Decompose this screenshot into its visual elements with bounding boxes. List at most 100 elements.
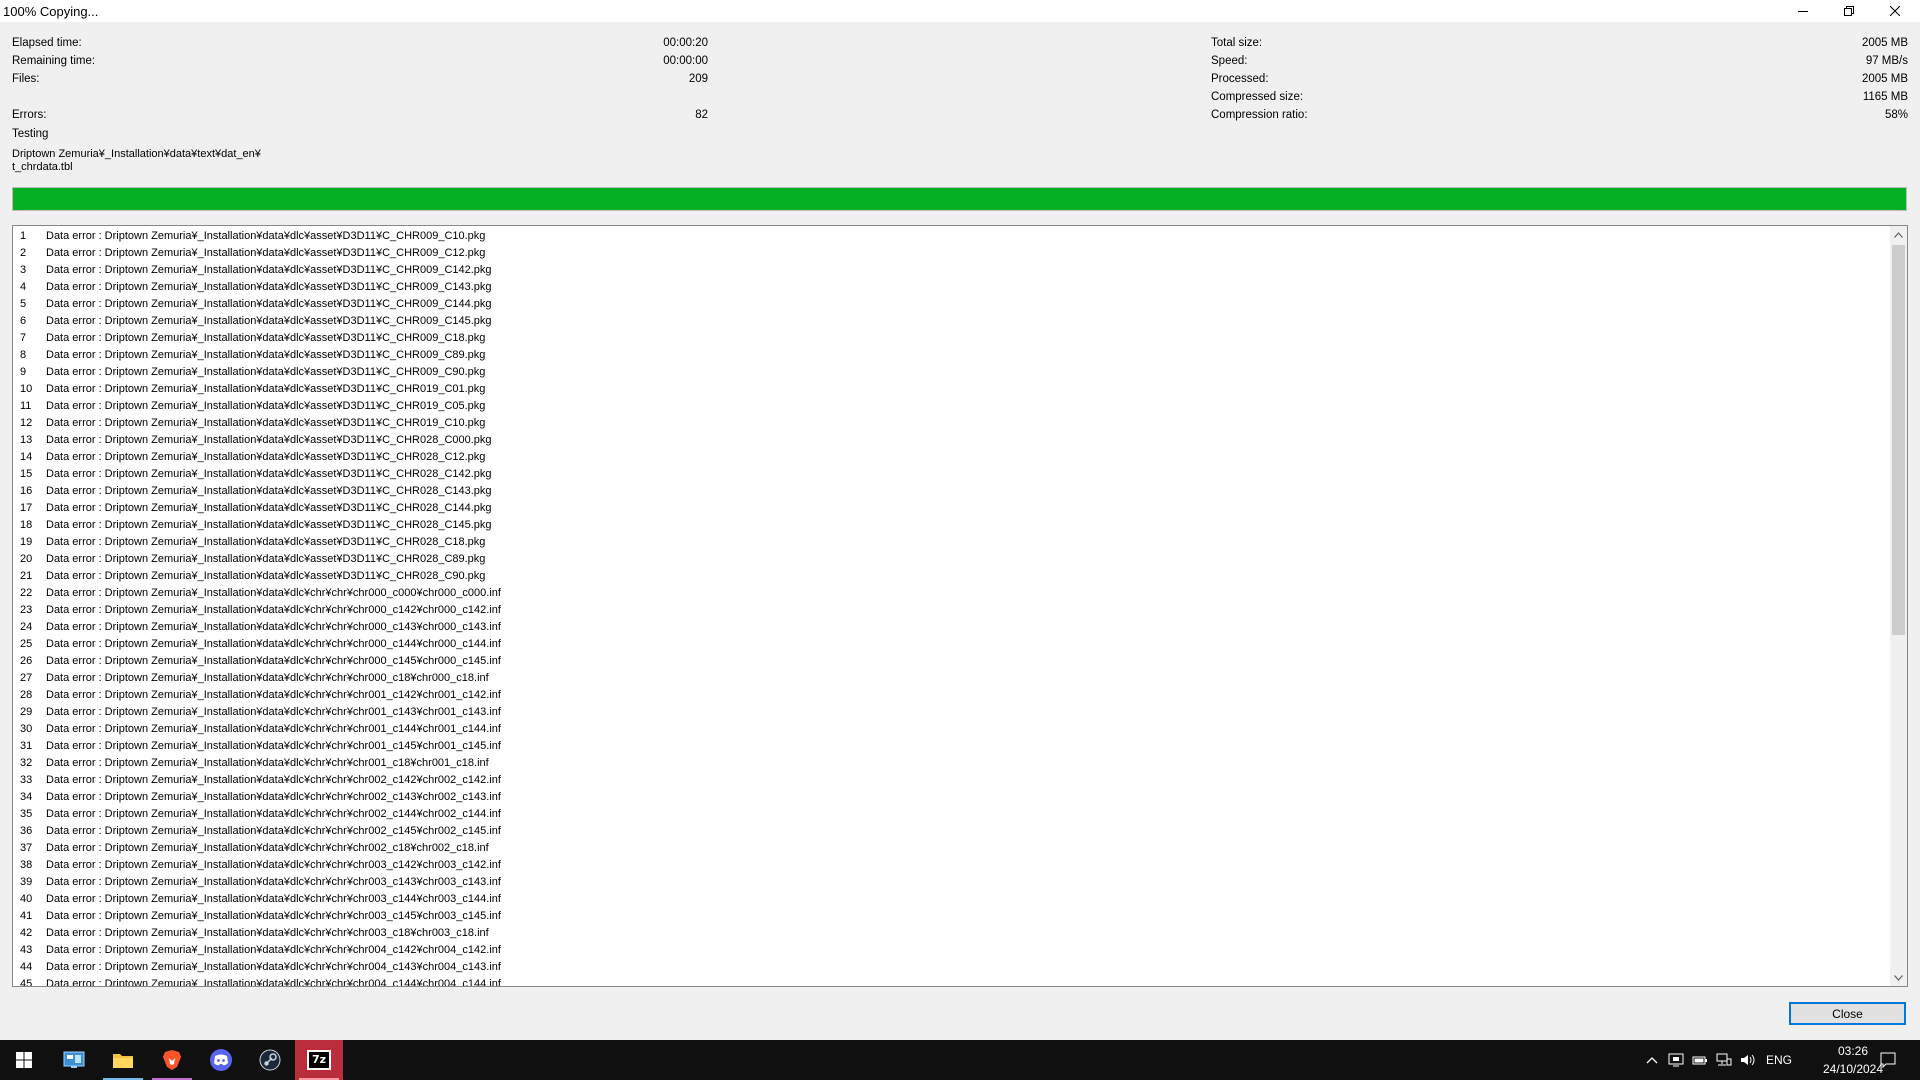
log-row[interactable]: 27 Data error : Driptown Zemuria¥_Install… (13, 670, 1888, 687)
log-row[interactable]: 44 Data error : Driptown Zemuria¥_Install… (13, 959, 1888, 976)
taskbar-steam[interactable] (246, 1040, 294, 1080)
scroll-down-button[interactable] (1890, 969, 1907, 986)
log-row[interactable]: 13 Data error : Driptown Zemuria¥_Install… (13, 432, 1888, 449)
log-row-text: Data error : Driptown Zemuria¥_Installat… (46, 298, 492, 310)
errors-label: Errors: (12, 109, 47, 121)
error-log-list[interactable]: 1 Data error : Driptown Zemuria¥_Installa… (12, 225, 1908, 987)
log-row-number: 42 (20, 927, 33, 939)
taskbar-file-explorer[interactable] (99, 1040, 147, 1080)
language-indicator[interactable]: ENG (1766, 1053, 1792, 1067)
status-text: Testing (12, 128, 49, 140)
log-row-text: Data error : Driptown Zemuria¥_Installat… (46, 757, 489, 769)
log-row[interactable]: 24 Data error : Driptown Zemuria¥_Install… (13, 619, 1888, 636)
log-row-text: Data error : Driptown Zemuria¥_Installat… (46, 349, 486, 361)
log-row-number: 21 (20, 570, 33, 582)
log-row-number: 39 (20, 876, 33, 888)
taskbar-control-panel[interactable] (50, 1040, 98, 1080)
taskbar-7zip[interactable]: 7z (295, 1040, 343, 1080)
minimize-icon (1798, 11, 1808, 12)
log-row[interactable]: 45 Data error : Driptown Zemuria¥_Install… (13, 976, 1888, 986)
log-row-text: Data error : Driptown Zemuria¥_Installat… (46, 383, 486, 395)
log-row[interactable]: 36 Data error : Driptown Zemuria¥_Install… (13, 823, 1888, 840)
log-row[interactable]: 19 Data error : Driptown Zemuria¥_Install… (13, 534, 1888, 551)
log-row-number: 22 (20, 587, 33, 599)
processed-value: 2005 MB (1861, 73, 1908, 85)
log-row[interactable]: 18 Data error : Driptown Zemuria¥_Install… (13, 517, 1888, 534)
log-row[interactable]: 10 Data error : Driptown Zemuria¥_Install… (13, 381, 1888, 398)
log-row[interactable]: 7 Data error : Driptown Zemuria¥_Installa… (13, 330, 1888, 347)
log-row[interactable]: 8 Data error : Driptown Zemuria¥_Installa… (13, 347, 1888, 364)
action-center-button[interactable] (1878, 1050, 1898, 1070)
log-row[interactable]: 34 Data error : Driptown Zemuria¥_Install… (13, 789, 1888, 806)
log-row[interactable]: 32 Data error : Driptown Zemuria¥_Install… (13, 755, 1888, 772)
taskbar-discord[interactable] (197, 1040, 245, 1080)
log-row[interactable]: 22 Data error : Driptown Zemuria¥_Install… (13, 585, 1888, 602)
start-button[interactable] (0, 1040, 48, 1080)
tray-app-button[interactable] (1666, 1050, 1686, 1070)
log-row[interactable]: 14 Data error : Driptown Zemuria¥_Install… (13, 449, 1888, 466)
tray-volume-button[interactable] (1738, 1050, 1758, 1070)
log-row-number: 9 (20, 366, 27, 378)
log-row[interactable]: 1 Data error : Driptown Zemuria¥_Installa… (13, 228, 1888, 245)
tray-network-button[interactable] (1714, 1050, 1734, 1070)
restore-button[interactable] (1826, 0, 1872, 22)
scroll-up-button[interactable] (1890, 226, 1907, 243)
log-row[interactable]: 6 Data error : Driptown Zemuria¥_Installa… (13, 313, 1888, 330)
brave-browser-icon (163, 1050, 181, 1070)
log-row[interactable]: 38 Data error : Driptown Zemuria¥_Install… (13, 857, 1888, 874)
vertical-scrollbar[interactable] (1890, 226, 1907, 986)
log-row-number: 38 (20, 859, 33, 871)
show-hidden-icons-button[interactable] (1642, 1050, 1662, 1070)
window-title: 100% Copying... (3, 4, 99, 19)
log-row-number: 18 (20, 519, 33, 531)
log-row[interactable]: 17 Data error : Driptown Zemuria¥_Install… (13, 500, 1888, 517)
log-row[interactable]: 37 Data error : Driptown Zemuria¥_Install… (13, 840, 1888, 857)
log-row-number: 10 (20, 383, 33, 395)
log-row[interactable]: 35 Data error : Driptown Zemuria¥_Install… (13, 806, 1888, 823)
close-button[interactable]: Close (1789, 1002, 1906, 1025)
log-row-text: Data error : Driptown Zemuria¥_Installat… (46, 740, 501, 752)
log-row[interactable]: 15 Data error : Driptown Zemuria¥_Install… (13, 466, 1888, 483)
log-row[interactable]: 25 Data error : Driptown Zemuria¥_Install… (13, 636, 1888, 653)
log-row[interactable]: 5 Data error : Driptown Zemuria¥_Installa… (13, 296, 1888, 313)
chevron-up-icon (1646, 1057, 1658, 1064)
discord-icon (210, 1049, 232, 1071)
log-row[interactable]: 16 Data error : Driptown Zemuria¥_Install… (13, 483, 1888, 500)
log-row[interactable]: 40 Data error : Driptown Zemuria¥_Install… (13, 891, 1888, 908)
log-row[interactable]: 43 Data error : Driptown Zemuria¥_Install… (13, 942, 1888, 959)
log-row[interactable]: 31 Data error : Driptown Zemuria¥_Install… (13, 738, 1888, 755)
log-row[interactable]: 9 Data error : Driptown Zemuria¥_Installa… (13, 364, 1888, 381)
log-row[interactable]: 21 Data error : Driptown Zemuria¥_Install… (13, 568, 1888, 585)
log-row[interactable]: 23 Data error : Driptown Zemuria¥_Install… (13, 602, 1888, 619)
log-row-number: 30 (20, 723, 33, 735)
log-row[interactable]: 4 Data error : Driptown Zemuria¥_Installa… (13, 279, 1888, 296)
log-row[interactable]: 3 Data error : Driptown Zemuria¥_Installa… (13, 262, 1888, 279)
log-row[interactable]: 33 Data error : Driptown Zemuria¥_Install… (13, 772, 1888, 789)
taskbar-brave[interactable] (148, 1040, 196, 1080)
log-row-text: Data error : Driptown Zemuria¥_Installat… (46, 927, 489, 939)
close-window-button[interactable] (1872, 0, 1918, 22)
log-row-text: Data error : Driptown Zemuria¥_Installat… (46, 876, 501, 888)
tray-battery-button[interactable] (1690, 1050, 1710, 1070)
log-row[interactable]: 39 Data error : Driptown Zemuria¥_Install… (13, 874, 1888, 891)
log-row[interactable]: 42 Data error : Driptown Zemuria¥_Install… (13, 925, 1888, 942)
log-row-text: Data error : Driptown Zemuria¥_Installat… (46, 893, 501, 905)
log-row[interactable]: 28 Data error : Driptown Zemuria¥_Install… (13, 687, 1888, 704)
log-row[interactable]: 30 Data error : Driptown Zemuria¥_Install… (13, 721, 1888, 738)
monitor-icon (1668, 1053, 1684, 1067)
compressed-size-value: 1165 MB (1862, 91, 1908, 103)
log-row-text: Data error : Driptown Zemuria¥_Installat… (46, 944, 501, 956)
minimize-button[interactable] (1780, 0, 1826, 22)
log-row[interactable]: 29 Data error : Driptown Zemuria¥_Install… (13, 704, 1888, 721)
log-row[interactable]: 26 Data error : Driptown Zemuria¥_Install… (13, 653, 1888, 670)
compression-ratio-label: Compression ratio: (1211, 109, 1308, 121)
scrollbar-thumb[interactable] (1892, 245, 1905, 635)
log-row[interactable]: 11 Data error : Driptown Zemuria¥_Install… (13, 398, 1888, 415)
log-row-number: 29 (20, 706, 33, 718)
progress-bar-fill (13, 188, 1906, 210)
log-row[interactable]: 2 Data error : Driptown Zemuria¥_Installa… (13, 245, 1888, 262)
log-row-text: Data error : Driptown Zemuria¥_Installat… (46, 570, 486, 582)
log-row[interactable]: 12 Data error : Driptown Zemuria¥_Install… (13, 415, 1888, 432)
log-row[interactable]: 20 Data error : Driptown Zemuria¥_Install… (13, 551, 1888, 568)
log-row[interactable]: 41 Data error : Driptown Zemuria¥_Install… (13, 908, 1888, 925)
